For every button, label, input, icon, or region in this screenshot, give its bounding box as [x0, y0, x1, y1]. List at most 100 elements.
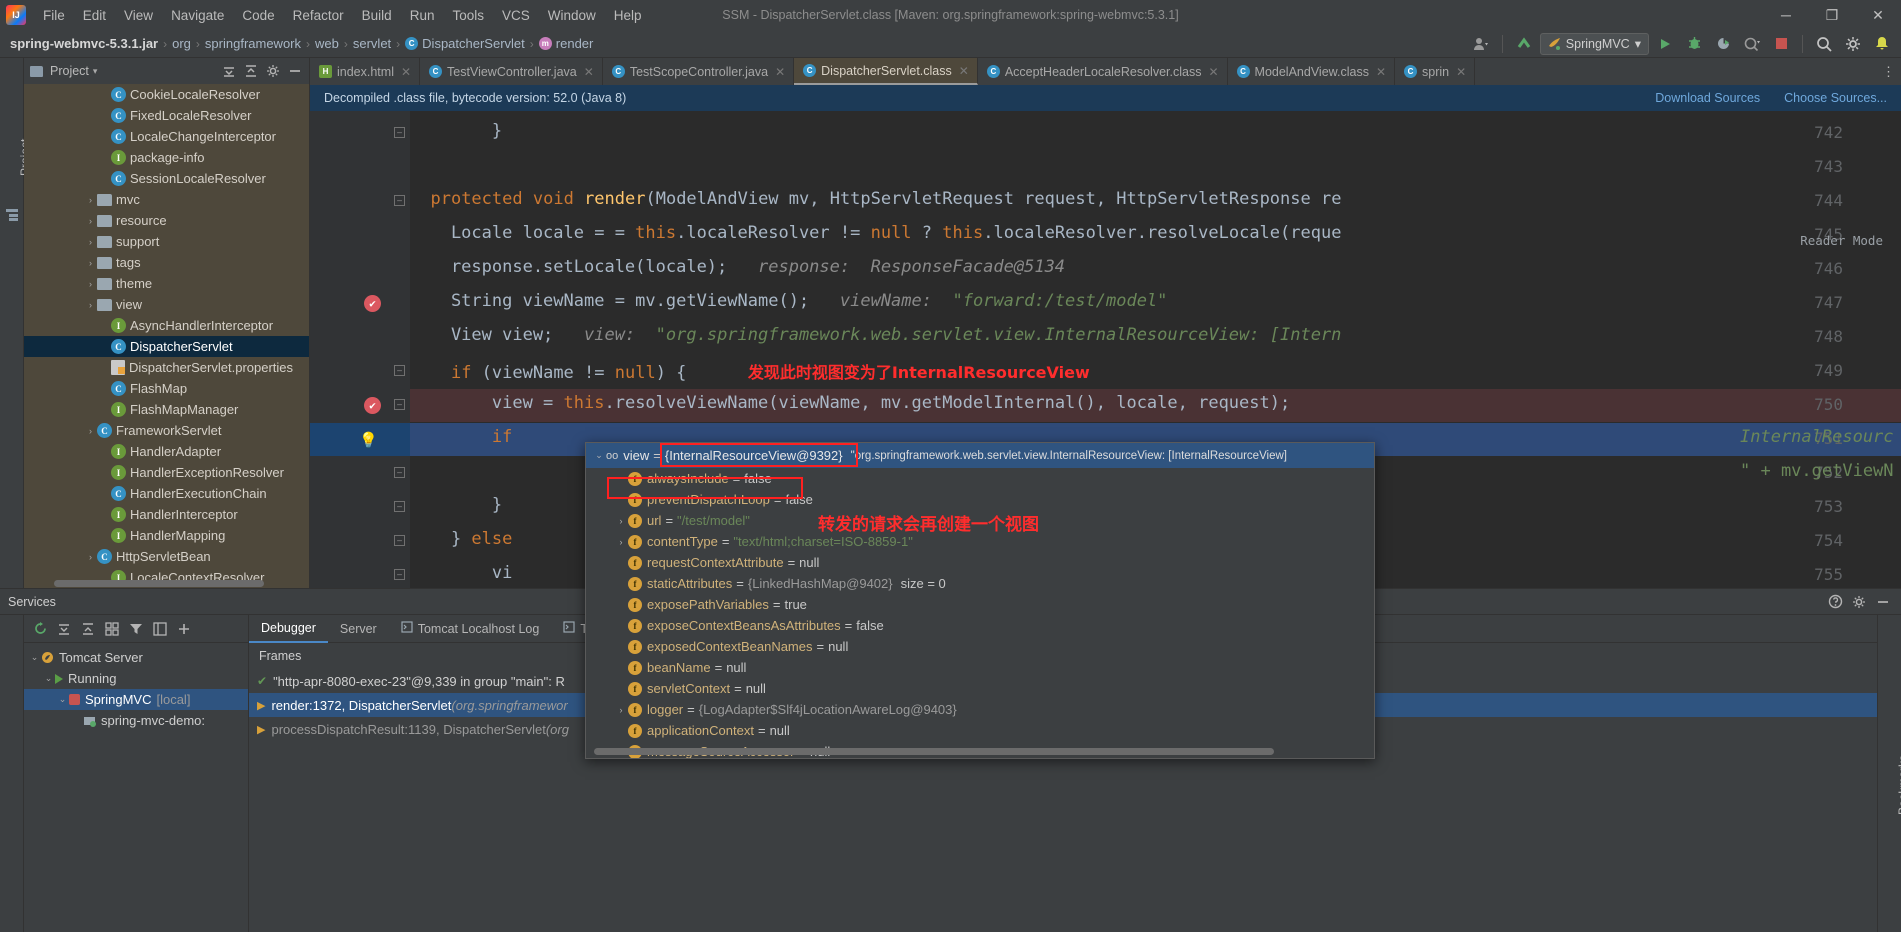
breadcrumb-root[interactable]: spring-webmvc-5.3.1.jar — [10, 36, 158, 51]
editor-tab[interactable]: Csprin ✕ — [1395, 58, 1476, 85]
services-tree-item[interactable]: spring-mvc-demo: — [24, 710, 248, 731]
project-tree-item[interactable]: › view — [24, 294, 309, 315]
variable-row[interactable]: › f logger = {LogAdapter$Slf4jLocationAwareL… — [586, 699, 1374, 720]
debugger-variables-popup[interactable]: ⌄ oo view = {InternalResourceView@9392} … — [585, 442, 1375, 759]
chevron-icon[interactable]: ⌄ — [42, 673, 55, 684]
breakpoint-icon[interactable] — [364, 295, 381, 312]
menu-vcs[interactable]: VCS — [493, 4, 539, 27]
download-sources-link[interactable]: Download Sources — [1655, 91, 1760, 105]
variables-popup-header[interactable]: ⌄ oo view = {InternalResourceView@9392} … — [586, 443, 1374, 468]
debugger-tab[interactable]: Server — [328, 615, 389, 643]
project-tree-item[interactable]: I HandlerMapping — [24, 525, 309, 546]
breadcrumb-item-springframework[interactable]: springframework — [205, 36, 301, 51]
breadcrumb-item-render[interactable]: render — [556, 36, 594, 51]
breakpoint-icon[interactable] — [364, 397, 381, 414]
project-tree-item[interactable]: › mvc — [24, 189, 309, 210]
help-icon[interactable] — [1825, 592, 1845, 612]
close-tab-icon[interactable]: ✕ — [401, 65, 411, 79]
project-tree-item[interactable]: › C HttpServletBean — [24, 546, 309, 567]
run-configuration-selector[interactable]: SpringMVC ▾ — [1539, 32, 1649, 55]
project-tree-item[interactable]: C LocaleChangeInterceptor — [24, 126, 309, 147]
project-tree-item[interactable]: › theme — [24, 273, 309, 294]
project-tree-item[interactable]: Ipackage-info — [24, 147, 309, 168]
gear-icon[interactable] — [263, 61, 283, 81]
close-tab-icon[interactable]: ✕ — [1376, 65, 1386, 79]
project-tree-item[interactable]: › C FrameworkServlet — [24, 420, 309, 441]
project-tree-item[interactable]: I FlashMapManager — [24, 399, 309, 420]
collapse-all-icon[interactable] — [54, 619, 74, 639]
menu-view[interactable]: View — [115, 4, 162, 27]
collapse-all-icon[interactable] — [219, 61, 239, 81]
reader-mode-label[interactable]: Reader Mode — [1800, 233, 1883, 248]
project-tree-item[interactable]: C FixedLocaleResolver — [24, 105, 309, 126]
chevron-right-icon[interactable]: › — [84, 426, 97, 436]
close-tab-icon[interactable]: ✕ — [584, 65, 594, 79]
variable-row[interactable]: f exposedContextBeanNames = null — [586, 636, 1374, 657]
code-fold-icon[interactable]: – — [394, 127, 405, 138]
rerun-icon[interactable] — [30, 619, 50, 639]
debugger-tab[interactable]: Debugger — [249, 615, 328, 643]
variable-row[interactable]: f beanName = null — [586, 657, 1374, 678]
menu-navigate[interactable]: Navigate — [162, 4, 233, 27]
editor-tab[interactable]: C TestScopeController.java ✕ — [603, 58, 795, 85]
menu-code[interactable]: Code — [233, 4, 283, 27]
maximize-button[interactable]: ❐ — [1809, 0, 1855, 30]
project-tree[interactable]: C CookieLocaleResolver C FixedLocaleResolve… — [24, 84, 309, 588]
menu-help[interactable]: Help — [605, 4, 651, 27]
menu-refactor[interactable]: Refactor — [284, 4, 353, 27]
menu-build[interactable]: Build — [353, 4, 401, 27]
project-tree-item[interactable]: I AsyncHandlerInterceptor — [24, 315, 309, 336]
menu-edit[interactable]: Edit — [74, 4, 115, 27]
project-tree-item[interactable]: C HandlerExecutionChain — [24, 483, 309, 504]
group-icon[interactable] — [102, 619, 122, 639]
editor-tab[interactable]: C DispatcherServlet.class ✕ — [794, 58, 978, 85]
code-fold-icon[interactable]: – — [394, 399, 405, 410]
collapse-icon[interactable]: ⌄ — [592, 450, 606, 461]
editor-gutter[interactable] — [310, 111, 410, 588]
expand-all-icon[interactable] — [241, 61, 261, 81]
hide-panel-icon[interactable] — [1873, 592, 1893, 612]
chevron-right-icon[interactable]: › — [84, 216, 97, 226]
debug-button[interactable] — [1681, 33, 1707, 55]
editor-tab[interactable]: C TestViewController.java ✕ — [420, 58, 603, 85]
project-tree-item[interactable]: › support — [24, 231, 309, 252]
editor-tab[interactable]: C AcceptHeaderLocaleResolver.class ✕ — [978, 58, 1228, 85]
variables-popup-scrollbar[interactable] — [594, 748, 1274, 755]
editor-tab[interactable]: Hindex.html ✕ — [310, 58, 421, 85]
close-button[interactable]: ✕ — [1855, 0, 1901, 30]
expand-icon[interactable]: › — [614, 705, 628, 715]
editor-tab-overflow[interactable]: ⋮ — [1876, 58, 1901, 85]
profiler-button[interactable] — [1739, 33, 1765, 55]
project-tree-item[interactable]: C CookieLocaleResolver — [24, 84, 309, 105]
chevron-right-icon[interactable]: › — [84, 195, 97, 205]
close-tab-icon[interactable]: ✕ — [775, 65, 785, 79]
services-tree-item[interactable]: ⌄ SpringMVC [local] — [24, 689, 248, 710]
gear-icon[interactable] — [1840, 33, 1866, 55]
filter-icon[interactable] — [126, 619, 146, 639]
minimize-button[interactable]: ─ — [1763, 0, 1809, 30]
code-fold-icon[interactable]: – — [394, 535, 405, 546]
add-icon[interactable] — [174, 619, 194, 639]
chevron-right-icon[interactable]: › — [84, 300, 97, 310]
project-tree-item[interactable]: I HandlerExceptionResolver — [24, 462, 309, 483]
project-tree-item[interactable]: › resource — [24, 210, 309, 231]
chevron-right-icon[interactable]: › — [84, 237, 97, 247]
project-tree-item[interactable]: C FlashMap — [24, 378, 309, 399]
editor-tab[interactable]: C ModelAndView.class ✕ — [1228, 58, 1396, 85]
variable-row[interactable]: f applicationContext = null — [586, 720, 1374, 741]
vcs-update-icon[interactable] — [1511, 33, 1537, 55]
hide-panel-icon[interactable] — [285, 61, 305, 81]
services-tree[interactable]: ⌄ Tomcat Server ⌄ Running ⌄ SpringMVC [local] s… — [24, 643, 248, 932]
close-tab-icon[interactable]: ✕ — [1456, 65, 1466, 79]
breadcrumb-item-servlet[interactable]: servlet — [353, 36, 391, 51]
variable-row[interactable]: f exposeContextBeansAsAttributes = false — [586, 615, 1374, 636]
breadcrumb-item-org[interactable]: org — [172, 36, 191, 51]
expand-icon[interactable]: › — [614, 516, 628, 526]
search-icon[interactable] — [1811, 33, 1837, 55]
code-fold-icon[interactable]: – — [394, 501, 405, 512]
tool-window-bookmarks[interactable]: Bookmarks — [1896, 755, 1901, 815]
project-tree-scrollbar[interactable] — [24, 580, 309, 588]
variable-row[interactable]: f exposePathVariables = true — [586, 594, 1374, 615]
code-fold-icon[interactable]: – — [394, 467, 405, 478]
project-tree-item[interactable]: I HandlerAdapter — [24, 441, 309, 462]
